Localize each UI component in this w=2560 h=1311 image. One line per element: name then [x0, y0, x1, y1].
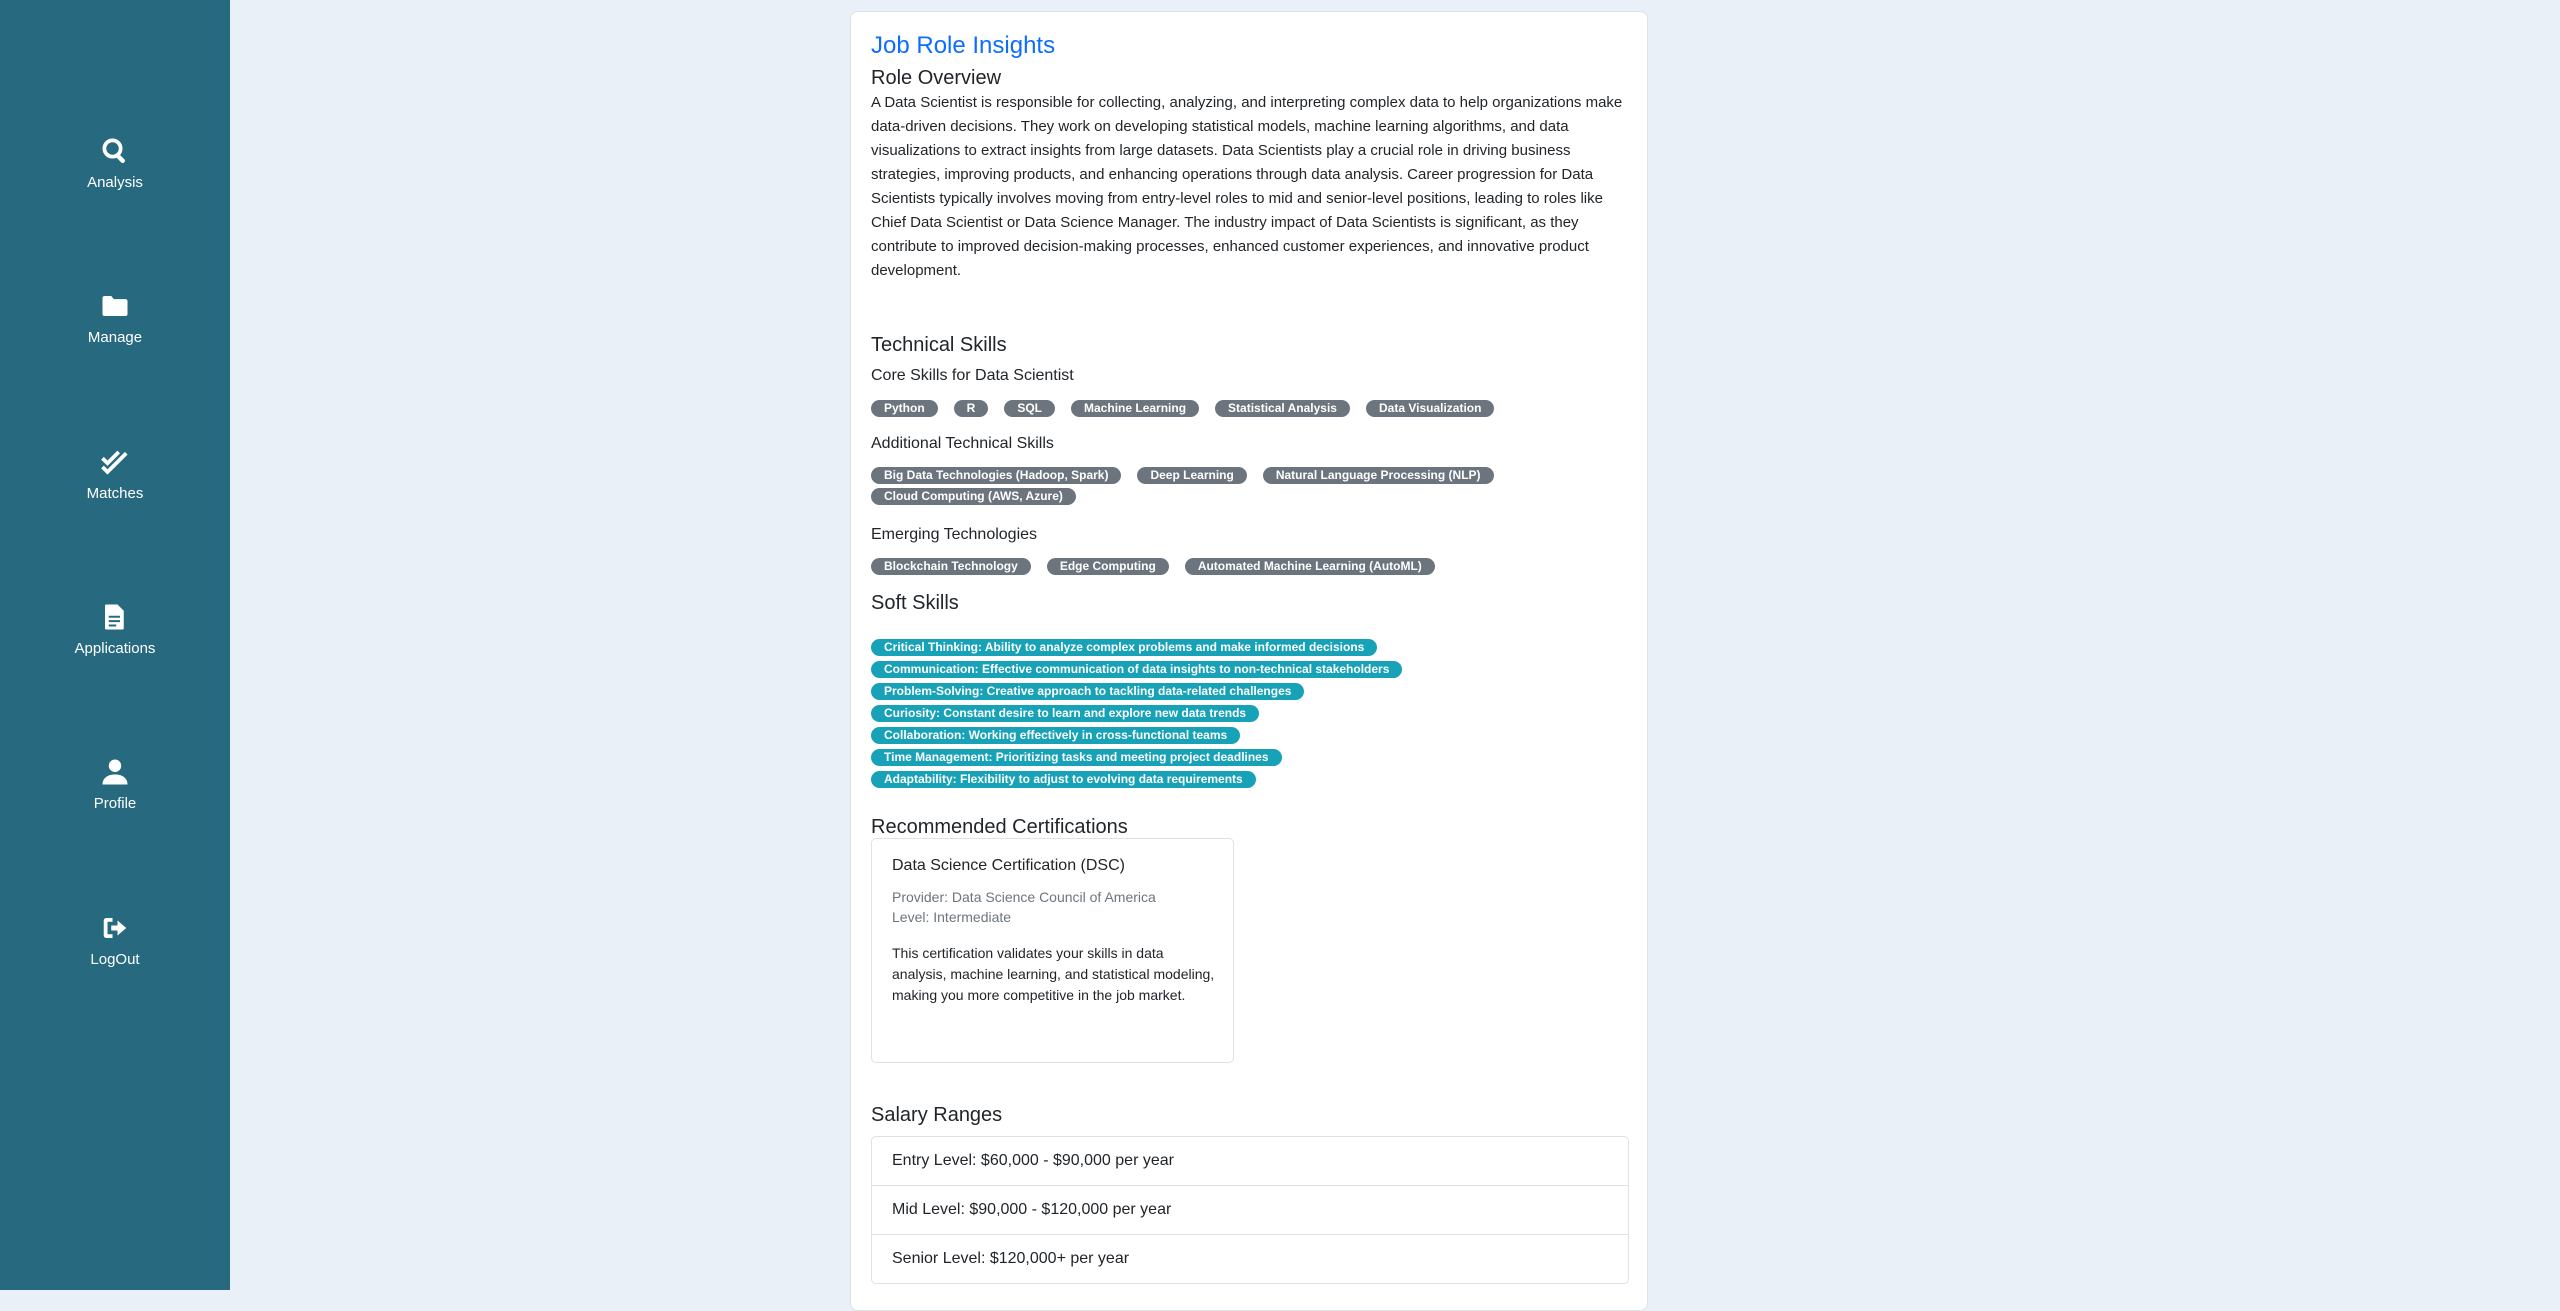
soft-skill-badge: Curiosity: Constant desire to learn and …: [871, 705, 1260, 722]
salary-range-item: Senior Level: $120,000+ per year: [892, 1250, 1130, 1267]
skill-badge: Cloud Computing (AWS, Azure): [871, 488, 1076, 505]
certifications-heading: Recommended Certifications: [871, 816, 1128, 838]
skill-badge: Statistical Analysis: [1215, 400, 1350, 417]
skill-badge: Python: [871, 400, 938, 417]
soft-skill-badge: Critical Thinking: Ability to analyze co…: [871, 639, 1378, 656]
skill-badge: Edge Computing: [1046, 558, 1169, 575]
skill-badge: Natural Language Processing (NLP): [1262, 467, 1494, 484]
soft-skills-list: Critical Thinking: Ability to analyze co…: [871, 639, 1403, 788]
core-skills-list: Python R SQL Machine Learning Statistica…: [871, 400, 1629, 417]
salary-ranges-heading: Salary Ranges: [871, 1104, 1003, 1126]
sidebar-item-analysis[interactable]: Analysis: [0, 136, 230, 216]
soft-skill-badge: Problem-Solving: Creative approach to ta…: [871, 683, 1305, 700]
certification-provider: Provider: Data Science Council of Americ…: [892, 889, 1156, 905]
skill-badge: Big Data Technologies (Hadoop, Spark): [871, 467, 1122, 484]
additional-skills-list: Big Data Technologies (Hadoop, Spark) De…: [871, 467, 1531, 505]
sidebar-item-manage[interactable]: Manage: [0, 291, 230, 371]
sidebar-item-applications[interactable]: Applications: [0, 602, 230, 682]
skill-badge: Data Visualization: [1365, 400, 1495, 417]
soft-skill-badge: Communication: Effective communication o…: [871, 661, 1403, 678]
certification-level: Level: Intermediate: [892, 909, 1012, 925]
sidebar-item-label: Profile: [93, 795, 137, 812]
soft-skills-heading: Soft Skills: [871, 592, 959, 614]
folder-icon: [102, 296, 128, 316]
emerging-technologies-heading: Emerging Technologies: [871, 526, 1038, 543]
skill-badge: Deep Learning: [1137, 467, 1247, 484]
sidebar-item-matches[interactable]: Matches: [0, 447, 230, 527]
job-role-insights-card: Job Role Insights Role Overview A Data S…: [850, 11, 1648, 1311]
sidebar-item-label: Analysis: [87, 174, 143, 191]
page-title: Job Role Insights: [871, 32, 1056, 59]
skill-badge: SQL: [1004, 400, 1056, 417]
soft-skill-badge: Adaptability: Flexibility to adjust to e…: [871, 771, 1256, 788]
skill-badge: R: [953, 400, 989, 417]
sidebar-item-label: Matches: [86, 485, 144, 502]
certification-description: This certification validates your skills…: [892, 945, 1215, 1003]
role-overview-text: A Data Scientist is responsible for coll…: [871, 94, 1623, 279]
salary-ranges-list: Entry Level: $60,000 - $90,000 per year …: [871, 1136, 1629, 1284]
document-icon: [105, 604, 124, 630]
skill-badge: Automated Machine Learning (AutoML): [1184, 558, 1435, 575]
user-icon: [102, 759, 128, 785]
soft-skill-badge: Collaboration: Working effectively in cr…: [871, 727, 1241, 744]
certification-title: Data Science Certification (DSC): [892, 857, 1125, 874]
role-overview-heading: Role Overview: [871, 67, 1002, 89]
core-skills-heading: Core Skills for Data Scientist: [871, 367, 1074, 384]
certification-card: Data Science Certification (DSC) Provide…: [871, 838, 1234, 1063]
double-check-icon: [101, 450, 128, 475]
salary-range-item: Mid Level: $90,000 - $120,000 per year: [872, 1186, 1628, 1235]
sidebar: Analysis Manage Matches Applications Pro…: [0, 0, 230, 1290]
sidebar-item-label: Applications: [74, 640, 156, 657]
technical-skills-heading: Technical Skills: [871, 334, 1007, 356]
salary-range-item: Entry Level: $60,000 - $90,000 per year: [872, 1137, 1628, 1186]
search-icon: [102, 138, 125, 164]
sidebar-item-label: Manage: [87, 329, 143, 346]
logout-icon: [103, 918, 127, 938]
additional-skills-heading: Additional Technical Skills: [871, 435, 1054, 452]
sidebar-item-label: LogOut: [90, 951, 140, 968]
skill-badge: Machine Learning: [1071, 400, 1200, 417]
emerging-technologies-list: Blockchain Technology Edge Computing Aut…: [871, 558, 1629, 575]
sidebar-item-profile[interactable]: Profile: [0, 757, 230, 837]
soft-skill-badge: Time Management: Prioritizing tasks and …: [871, 749, 1282, 766]
sidebar-item-logout[interactable]: LogOut: [0, 913, 230, 993]
skill-badge: Blockchain Technology: [871, 558, 1031, 575]
